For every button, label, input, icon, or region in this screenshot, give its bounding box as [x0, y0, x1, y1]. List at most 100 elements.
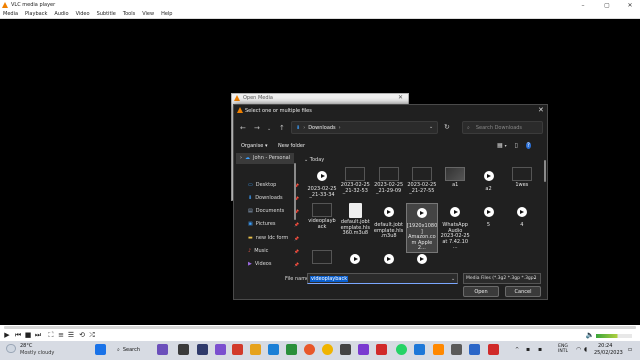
minimize-icon[interactable]: – [575, 0, 591, 10]
firefox-icon[interactable] [304, 344, 315, 355]
chrome-icon[interactable] [322, 344, 333, 355]
file-item[interactable]: 5 [473, 203, 505, 229]
file-explorer-icon[interactable] [250, 344, 261, 355]
tray-app-icon[interactable]: ▪ [526, 346, 530, 353]
vlc-taskbar-icon[interactable] [433, 344, 444, 355]
menu-subtitle[interactable]: Subtitle [97, 11, 116, 17]
app-blue-icon[interactable] [268, 344, 279, 355]
sidebar-item-john-personal[interactable]: › ☁ John - Personal [240, 155, 290, 161]
close-icon[interactable]: ✕ [622, 0, 638, 10]
language-indicator[interactable]: ENG INTL [558, 344, 568, 354]
close-icon[interactable]: ✕ [398, 94, 403, 101]
cloud-icon[interactable] [6, 344, 16, 353]
view-icon[interactable]: ▦ [497, 142, 503, 149]
view-options[interactable]: ▦ ▾ ▯ ? [497, 142, 531, 149]
app-grey-icon[interactable] [451, 344, 462, 355]
windows-start-icon[interactable] [95, 344, 106, 355]
sidebar-item-new-idc-form[interactable]: ▬ new Idc form 📌 [248, 235, 299, 241]
file-item[interactable]: 2023-02-25 _21-27-55 [406, 167, 438, 194]
cancel-button[interactable]: Cancel [505, 286, 541, 297]
sidebar-scrollbar[interactable] [294, 163, 296, 220]
seek-bar[interactable] [4, 326, 636, 329]
menu-audio[interactable]: Audio [54, 11, 68, 17]
help-icon[interactable]: ? [525, 142, 531, 149]
file-list-scrollbar[interactable] [544, 160, 546, 182]
sidebar-item-videos[interactable]: ▶ Videos 📌 [248, 261, 299, 267]
file-item[interactable]: a1 [439, 167, 471, 189]
menu-playback[interactable]: Playback [25, 11, 47, 17]
task-view-icon[interactable] [178, 344, 189, 355]
volume-icon[interactable]: 🔈 [586, 331, 595, 339]
sidebar-item-music[interactable]: ♪ Music 📌 [248, 248, 299, 254]
file-type-filter[interactable]: Media Files (*.3g2 *.3gp *.3gp2 ⌄ [463, 273, 541, 284]
extended-settings-icon[interactable]: ≡ [57, 331, 65, 339]
file-item[interactable]: default.jobt emplate.hls 360.m3u8 [339, 203, 371, 237]
app-blue2-icon[interactable] [469, 344, 480, 355]
speaker-icon[interactable]: ◖ [584, 346, 587, 353]
chevron-up-icon[interactable]: ^ [515, 347, 519, 353]
wifi-icon[interactable]: ◠ [576, 346, 581, 353]
sidebar-item-desktop[interactable]: ▭ Desktop 📌 [248, 182, 299, 188]
weather-temperature[interactable]: 28°C [20, 343, 32, 349]
address-bar[interactable]: ⬇ › Downloads › [291, 121, 438, 134]
volume-slider[interactable] [596, 334, 632, 338]
sidebar-item-pictures[interactable]: ▣ Pictures 📌 [248, 221, 299, 227]
app-purple-icon[interactable] [215, 344, 226, 355]
app-red-icon[interactable] [232, 344, 243, 355]
tray-app2-icon[interactable]: ▪ [538, 346, 542, 353]
stop-icon[interactable]: ■ [24, 331, 32, 339]
file-item[interactable]: default.jobt emplate.hls .m3u8 [373, 203, 405, 240]
previous-icon[interactable]: ⏮ [14, 331, 22, 339]
file-item[interactable]: videoplayb ack [306, 203, 338, 230]
notification-icon[interactable]: ▫ [628, 346, 632, 353]
back-icon[interactable]: ← [240, 124, 246, 132]
app-green-icon[interactable] [286, 344, 297, 355]
weather-description[interactable]: Mostly cloudy [20, 350, 54, 356]
file-item[interactable]: 4 [506, 203, 538, 229]
file-item[interactable] [306, 250, 338, 266]
file-name-input[interactable]: videoplayback [307, 273, 458, 284]
file-item[interactable]: WhatsApp Audio 2023-02-25 at 7.42.10 ... [439, 203, 471, 251]
up-icon[interactable]: ↑ [279, 124, 285, 132]
search-input[interactable]: ⌕ Search Downloads [462, 121, 543, 134]
file-item[interactable] [373, 250, 405, 270]
taskbar-search[interactable]: ⌕ Search [117, 344, 149, 356]
sidebar-item-downloads[interactable]: ⬇ Downloads 📌 [248, 195, 299, 201]
file-item[interactable]: [1920x1080 ] Amazon.co m Apple 2... [405, 203, 438, 253]
menu-view[interactable]: View [142, 11, 154, 17]
close-icon[interactable]: ✕ [538, 106, 544, 114]
forward-icon[interactable]: → [254, 124, 260, 132]
teams-icon[interactable] [157, 344, 168, 355]
refresh-icon[interactable]: ↻ [444, 123, 450, 131]
loop-icon[interactable]: ⟲ [78, 331, 86, 339]
clock-time[interactable]: 20:24 [598, 343, 612, 349]
clock-date[interactable]: 25/02/2023 [594, 350, 623, 356]
file-item[interactable]: a2 [473, 167, 505, 193]
vscode-icon[interactable] [414, 344, 425, 355]
playlist-icon[interactable]: ☰ [67, 331, 75, 339]
organise-menu[interactable]: Organise ▾ [241, 143, 268, 149]
shuffle-icon[interactable]: ⤮ [88, 331, 96, 339]
menu-help[interactable]: Help [161, 11, 172, 17]
open-button[interactable]: Open [463, 286, 499, 297]
chevron-down-icon[interactable]: ⌄ [451, 276, 455, 282]
app-dark-icon[interactable] [340, 344, 351, 355]
menu-video[interactable]: Video [76, 11, 90, 17]
menu-tools[interactable]: Tools [123, 11, 135, 17]
preview-pane-icon[interactable]: ▯ [515, 142, 518, 149]
menu-media[interactable]: Media [3, 11, 18, 17]
chevron-down-icon[interactable]: ⌄ [429, 124, 433, 130]
chevron-down-icon[interactable]: ⌄ [267, 126, 271, 132]
sidebar-item-documents[interactable]: ▤ Documents 📌 [248, 208, 299, 214]
file-item[interactable]: 2023-02-25 _21-29-09 [373, 167, 405, 194]
play-icon[interactable]: ▶ [3, 331, 11, 339]
file-item[interactable]: 2023-02-25 _21-33-34 [306, 167, 338, 198]
fullscreen-icon[interactable]: ⛶ [47, 331, 55, 339]
app-violet-icon[interactable] [358, 344, 369, 355]
next-icon[interactable]: ⏭ [34, 331, 42, 339]
chevron-down-icon[interactable]: ▾ [505, 143, 507, 148]
new-folder-button[interactable]: New folder [278, 143, 305, 149]
file-item[interactable]: 1wes [506, 167, 538, 189]
file-item[interactable] [406, 250, 438, 270]
app-red3-icon[interactable] [488, 344, 499, 355]
